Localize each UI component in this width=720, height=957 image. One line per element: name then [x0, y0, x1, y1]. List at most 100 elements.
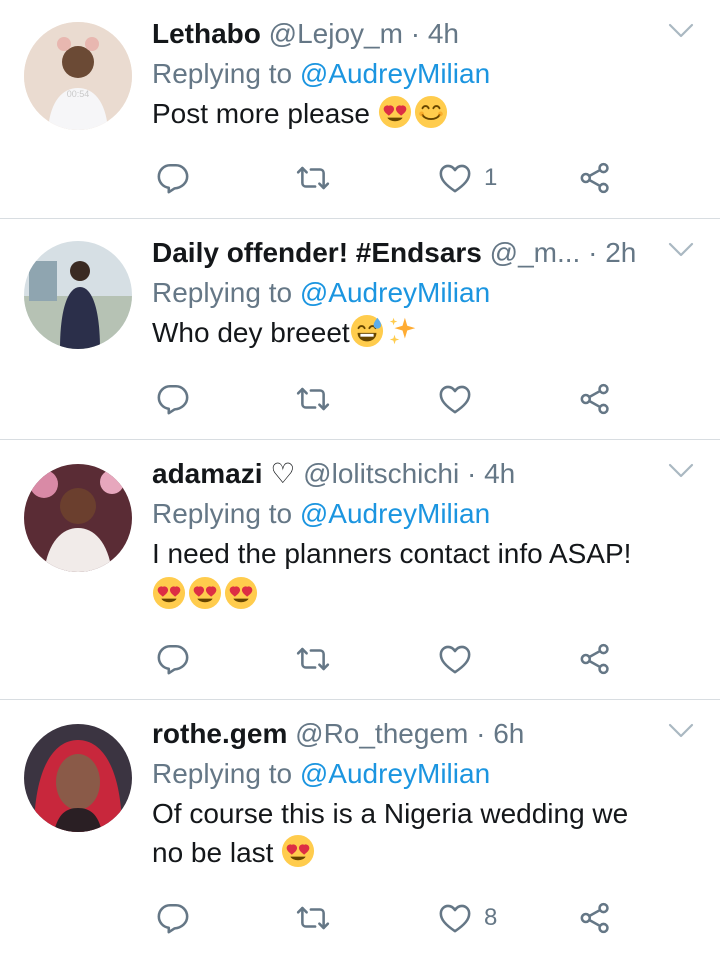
timestamp[interactable]: 6h — [493, 718, 524, 749]
timestamp[interactable]: 2h — [605, 237, 636, 268]
tweet-item[interactable]: adamazi ♡ @lolitschichi · 4h Replying to… — [0, 440, 720, 700]
author-handle[interactable]: @_m... — [490, 237, 581, 268]
reply-feed: 00:54 Lethabo @Lejoy_m · 4h Replying to … — [0, 0, 720, 957]
sweat-smile-emoji-icon — [350, 314, 384, 348]
tweet-text-content: Who dey breeet — [152, 317, 350, 348]
heart-icon — [438, 382, 472, 416]
like-button[interactable] — [438, 639, 484, 679]
replying-to-label: Replying to — [152, 277, 293, 308]
replying-to-label: Replying to — [152, 758, 293, 789]
tweet-header: rothe.gem @Ro_thegem · 6h — [152, 714, 680, 754]
reply-icon — [156, 642, 190, 676]
tweet-actions: 8 — [152, 898, 622, 938]
replying-to: Replying to @AudreyMilian — [152, 273, 680, 313]
chevron-down-icon[interactable] — [668, 241, 694, 259]
retweet-button[interactable] — [296, 379, 330, 419]
separator: · — [410, 18, 421, 49]
avatar[interactable]: 00:54 — [24, 22, 132, 130]
replying-to: Replying to @AudreyMilian — [152, 54, 680, 94]
mention-link[interactable]: @AudreyMilian — [300, 498, 490, 529]
emoji-row — [152, 575, 680, 614]
like-button[interactable] — [438, 379, 484, 419]
retweet-button[interactable] — [296, 639, 330, 679]
author-handle[interactable]: @Ro_thegem — [295, 718, 468, 749]
mention-link[interactable]: @AudreyMilian — [300, 758, 490, 789]
replying-to: Replying to @AudreyMilian — [152, 494, 680, 534]
share-button[interactable] — [578, 898, 612, 938]
author-name[interactable]: Lethabo — [152, 18, 261, 49]
reply-button[interactable] — [156, 639, 190, 679]
share-icon — [578, 161, 612, 195]
heart-icon — [438, 161, 472, 195]
retweet-button[interactable] — [296, 158, 330, 198]
tweet-header: adamazi ♡ @lolitschichi · 4h — [152, 454, 680, 494]
tweet-item[interactable]: Daily offender! #Endsars @_m... · 2h Rep… — [0, 219, 720, 440]
avatar-watermark: 00:54 — [67, 89, 90, 99]
chevron-down-icon[interactable] — [668, 22, 694, 40]
share-icon — [578, 901, 612, 935]
retweet-icon — [296, 382, 330, 416]
tweet-text-line: no be last — [152, 837, 274, 868]
chevron-down-icon[interactable] — [668, 462, 694, 480]
avatar[interactable] — [24, 241, 132, 349]
tweet-text-content: Post more please — [152, 98, 370, 129]
replying-to: Replying to @AudreyMilian — [152, 754, 680, 794]
separator: · — [588, 237, 598, 268]
retweet-icon — [296, 642, 330, 676]
separator: · — [466, 458, 477, 489]
heart-eyes-emoji-icon — [152, 576, 186, 610]
like-button[interactable]: 8 — [438, 898, 497, 938]
tweet-actions — [152, 639, 622, 679]
like-button[interactable]: 1 — [438, 158, 497, 198]
reply-button[interactable] — [156, 898, 190, 938]
heart-icon: ♡ — [270, 458, 296, 489]
replying-to-label: Replying to — [152, 498, 293, 529]
mention-link[interactable]: @AudreyMilian — [300, 277, 490, 308]
retweet-icon — [296, 161, 330, 195]
tweet-item[interactable]: rothe.gem @Ro_thegem · 6h Replying to @A… — [0, 700, 720, 957]
tweet-text: I need the planners contact info ASAP! — [152, 534, 680, 614]
share-button[interactable] — [578, 158, 612, 198]
author-name[interactable]: adamazi — [152, 458, 263, 489]
heart-icon — [438, 642, 472, 676]
author-handle[interactable]: @Lejoy_m — [269, 18, 403, 49]
author-handle[interactable]: @lolitschichi — [303, 458, 459, 489]
reply-icon — [156, 382, 190, 416]
separator: · — [476, 718, 486, 749]
like-count: 8 — [484, 904, 498, 931]
share-button[interactable] — [578, 379, 612, 419]
tweet-item[interactable]: 00:54 Lethabo @Lejoy_m · 4h Replying to … — [0, 0, 720, 219]
reply-icon — [156, 161, 190, 195]
share-button[interactable] — [578, 639, 612, 679]
heart-icon — [438, 901, 472, 935]
heart-eyes-emoji-icon — [281, 834, 315, 868]
tweet-body: adamazi ♡ @lolitschichi · 4h Replying to… — [152, 454, 680, 614]
mention-link[interactable]: @AudreyMilian — [300, 58, 490, 89]
retweet-button[interactable] — [296, 898, 330, 938]
author-name[interactable]: rothe.gem — [152, 718, 287, 749]
reply-button[interactable] — [156, 379, 190, 419]
heart-eyes-emoji-icon — [378, 95, 412, 129]
share-icon — [578, 642, 612, 676]
heart-eyes-emoji-icon — [224, 576, 258, 610]
smiling-face-emoji-icon — [414, 95, 448, 129]
share-icon — [578, 382, 612, 416]
tweet-text-content: I need the planners contact info ASAP! — [152, 538, 632, 569]
tweet-actions — [152, 379, 622, 419]
timestamp[interactable]: 4h — [428, 18, 459, 49]
tweet-text-line: Of course this is a Nigeria wedding we — [152, 798, 629, 829]
avatar[interactable] — [24, 724, 132, 832]
replying-to-label: Replying to — [152, 58, 293, 89]
heart-eyes-emoji-icon — [188, 576, 222, 610]
chevron-down-icon[interactable] — [668, 722, 694, 740]
tweet-header: Daily offender! #Endsars @_m... · 2h — [152, 233, 680, 273]
timestamp[interactable]: 4h — [484, 458, 515, 489]
tweet-body: rothe.gem @Ro_thegem · 6h Replying to @A… — [152, 714, 680, 872]
tweet-text: Of course this is a Nigeria wedding we n… — [152, 794, 680, 872]
like-count: 1 — [484, 164, 498, 191]
avatar[interactable] — [24, 464, 132, 572]
author-name[interactable]: Daily offender! #Endsars — [152, 237, 482, 268]
reply-icon — [156, 901, 190, 935]
reply-button[interactable] — [156, 158, 190, 198]
sparkles-emoji-icon — [386, 314, 420, 348]
